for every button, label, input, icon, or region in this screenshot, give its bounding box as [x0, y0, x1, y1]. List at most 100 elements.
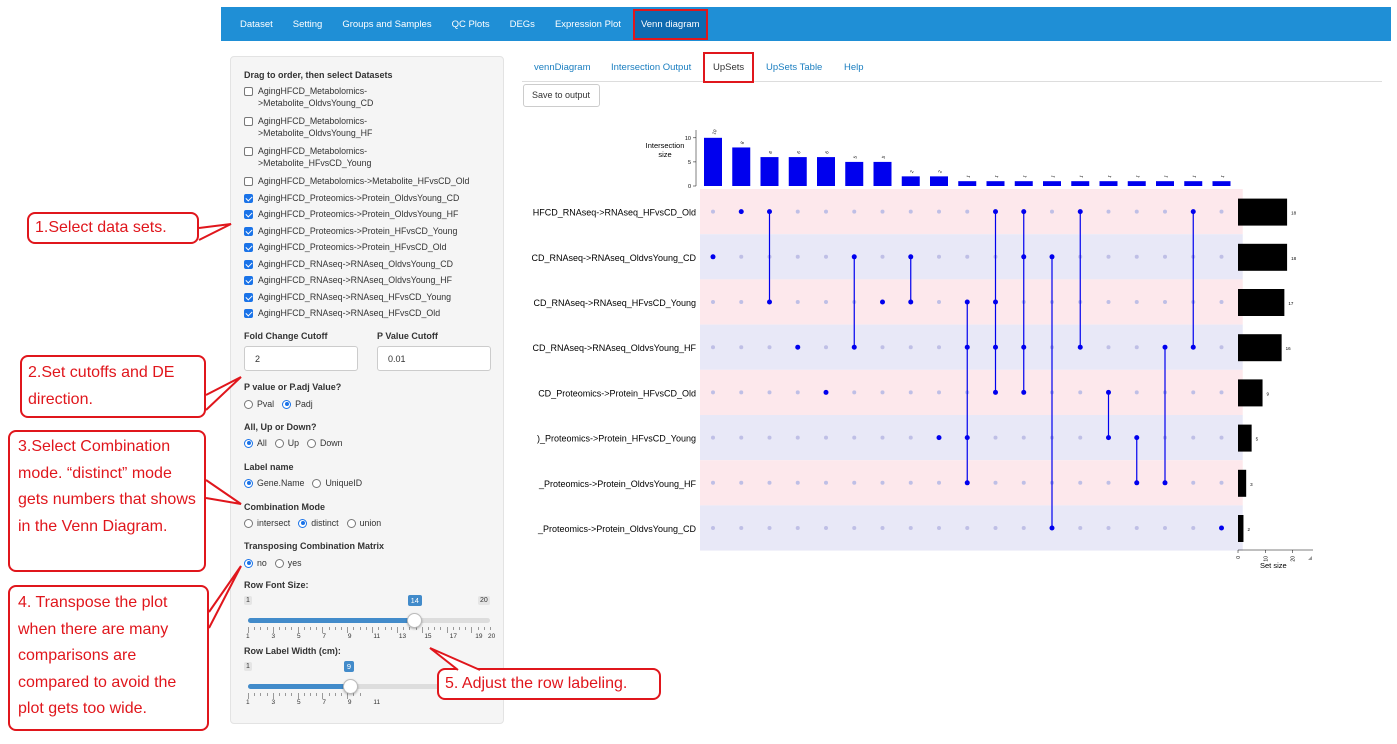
- radio-button[interactable]: [298, 518, 308, 528]
- matrix-dot-inactive: [1106, 526, 1111, 530]
- dataset-checkbox-item[interactable]: AgingHFCD_Proteomics->Protein_HFvsCD_You…: [244, 225, 457, 237]
- dataset-label: AgingHFCD_Metabolomics- >Metabolite_Oldv…: [258, 116, 373, 138]
- radio-option-uniqueid[interactable]: UniqueID: [312, 478, 362, 488]
- radio-button[interactable]: [274, 558, 284, 568]
- intersection-bar: [930, 176, 948, 186]
- checkbox[interactable]: [244, 87, 253, 96]
- radio-option-padj[interactable]: Padj: [282, 399, 313, 409]
- radio-button[interactable]: [244, 438, 253, 448]
- checkbox[interactable]: [244, 243, 253, 252]
- radio-option-all[interactable]: All: [244, 438, 267, 448]
- matrix-dot-inactive: [852, 209, 857, 214]
- dataset-label: AgingHFCD_Metabolomics->Metabolite_HFvsC…: [258, 176, 470, 186]
- dataset-checkbox-item[interactable]: AgingHFCD_Proteomics->Protein_HFvsCD_Old: [244, 241, 446, 253]
- matrix-dot-inactive: [767, 526, 772, 530]
- slider-tick-label: 9: [347, 699, 352, 706]
- checkbox[interactable]: [244, 276, 253, 285]
- tab-intersection-output[interactable]: Intersection Output: [611, 62, 691, 73]
- nav-expression-plot[interactable]: Expression Plot: [555, 19, 621, 30]
- matrix-dot-inactive: [1021, 526, 1026, 530]
- matrix-dot-inactive: [711, 300, 715, 304]
- intersection-bar: [958, 181, 977, 186]
- radio-button[interactable]: [312, 478, 322, 488]
- tab-upsets[interactable]: UpSets: [703, 52, 755, 83]
- radio-option-up[interactable]: Up: [274, 438, 299, 448]
- radio-button[interactable]: [274, 438, 284, 448]
- matrix-dot-inactive: [1191, 480, 1196, 485]
- matrix-dot-inactive: [1219, 254, 1224, 259]
- slider-handle[interactable]: [342, 679, 358, 694]
- radio-button[interactable]: [244, 558, 253, 568]
- tab-venndiagram[interactable]: vennDiagram: [534, 62, 591, 73]
- matrix-dot-inactive: [880, 480, 885, 485]
- nav-venn-diagram[interactable]: Venn diagram: [632, 8, 708, 40]
- dataset-checkbox-item[interactable]: AgingHFCD_Proteomics->Protein_OldvsYoung…: [244, 192, 459, 204]
- dataset-checkbox-item[interactable]: AgingHFCD_RNAseq->RNAseq_OldvsYoung_HF: [244, 274, 452, 286]
- checkbox[interactable]: [244, 260, 253, 269]
- slider-tick-label: 5: [296, 699, 301, 706]
- dataset-checkbox-item[interactable]: AgingHFCD_RNAseq->RNAseq_HFvsCD_Old: [244, 307, 440, 319]
- checkbox[interactable]: [244, 227, 253, 236]
- radio-option-pval[interactable]: Pval: [244, 399, 274, 409]
- dataset-checkbox-item[interactable]: AgingHFCD_RNAseq->RNAseq_OldvsYoung_CD: [244, 258, 453, 270]
- radio-option-gene-name[interactable]: Gene.Name: [244, 478, 304, 488]
- nav-dataset[interactable]: Dataset: [240, 19, 273, 30]
- dataset-label: AgingHFCD_Metabolomics- >Metabolite_Oldv…: [258, 86, 374, 108]
- checkbox[interactable]: [244, 117, 253, 126]
- matrix-row-background: [700, 234, 1243, 280]
- nav-qc-plots[interactable]: QC Plots: [452, 19, 490, 30]
- checkbox[interactable]: [244, 309, 253, 318]
- radio-button[interactable]: [244, 478, 253, 488]
- matrix-dot-active: [795, 344, 801, 350]
- matrix-dot-inactive: [795, 435, 800, 440]
- matrix-dot-inactive: [993, 526, 998, 530]
- checkbox[interactable]: [244, 177, 253, 186]
- fold-change-input[interactable]: 2: [244, 346, 358, 371]
- matrix-dot-inactive: [1106, 254, 1111, 259]
- radio-button[interactable]: [244, 399, 253, 409]
- radio-option-distinct[interactable]: distinct: [298, 518, 339, 528]
- checkbox[interactable]: [244, 194, 253, 203]
- matrix-dot-inactive: [937, 209, 941, 214]
- matrix-dot-inactive: [795, 254, 800, 259]
- radio-option-union[interactable]: union: [346, 518, 381, 528]
- dataset-checkbox-item[interactable]: AgingHFCD_Metabolomics- >Metabolite_Oldv…: [244, 85, 373, 109]
- radio-option-no[interactable]: no: [244, 558, 267, 568]
- checkbox[interactable]: [244, 210, 253, 219]
- checkbox[interactable]: [244, 147, 253, 156]
- nav-groups-and-samples[interactable]: Groups and Samples: [342, 19, 431, 30]
- matrix-dot-inactive: [1219, 345, 1224, 350]
- radio-button[interactable]: [346, 518, 356, 528]
- radio-option-yes[interactable]: yes: [274, 558, 302, 568]
- tab-help[interactable]: Help: [844, 62, 864, 73]
- radio-label: intersect: [257, 518, 291, 528]
- nav-setting[interactable]: Setting: [293, 19, 323, 30]
- radio-option-down[interactable]: Down: [307, 438, 343, 448]
- slider-handle[interactable]: [406, 613, 422, 628]
- p-value-input[interactable]: 0.01: [377, 346, 491, 371]
- row-font-size-slider[interactable]: 1 20 14 1 3 5 7 9 11 13 15 17 19 20: [244, 595, 495, 640]
- dataset-checkbox-item[interactable]: AgingHFCD_Metabolomics->Metabolite_HFvsC…: [244, 175, 469, 187]
- matrix-dot-inactive: [852, 480, 857, 485]
- matrix-dot-inactive: [908, 480, 913, 485]
- padj-radio-group: Pval Padj: [244, 399, 321, 409]
- nav-degs[interactable]: DEGs: [510, 19, 535, 30]
- tab-upsets-table[interactable]: UpSets Table: [766, 62, 822, 73]
- checkbox[interactable]: [244, 293, 253, 302]
- matrix-dot-inactive: [852, 526, 857, 530]
- radio-button[interactable]: [244, 518, 253, 528]
- dataset-checkbox-item[interactable]: AgingHFCD_Metabolomics- >Metabolite_HFvs…: [244, 145, 371, 169]
- radio-button[interactable]: [307, 438, 317, 448]
- save-to-output-button[interactable]: Save to output: [523, 84, 600, 107]
- dataset-checkbox-item[interactable]: AgingHFCD_Metabolomics- >Metabolite_Oldv…: [244, 115, 372, 139]
- matrix-dot-inactive: [937, 345, 941, 350]
- slider-tick-label: 7: [322, 699, 327, 706]
- dataset-checkbox-item[interactable]: AgingHFCD_Proteomics->Protein_OldvsYoung…: [244, 208, 458, 220]
- dataset-checkbox-item[interactable]: AgingHFCD_RNAseq->RNAseq_HFvsCD_Young: [244, 291, 451, 303]
- slider-tick-label: 15: [424, 633, 432, 640]
- intersection-bar: [1014, 181, 1033, 186]
- slider-tick-label: 11: [373, 633, 381, 640]
- radio-option-intersect[interactable]: intersect: [244, 518, 290, 528]
- radio-button[interactable]: [282, 399, 292, 409]
- y-tick-label: 5: [688, 160, 691, 166]
